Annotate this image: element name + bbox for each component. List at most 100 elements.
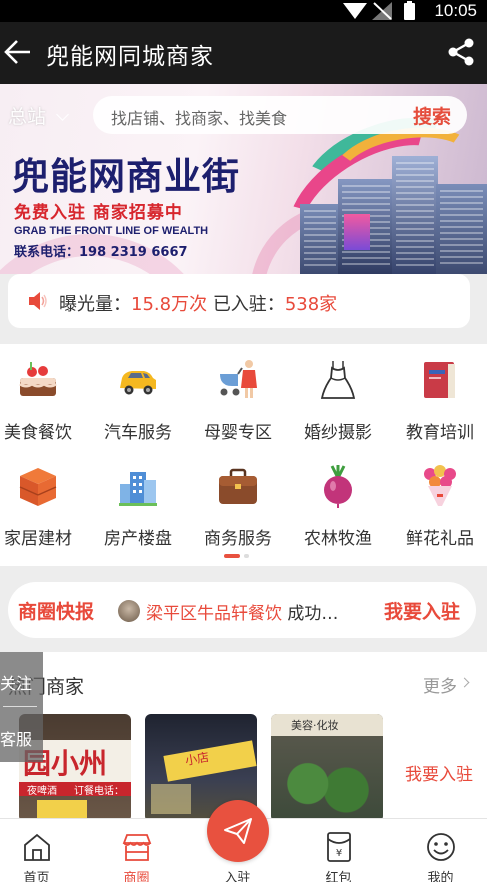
stats-card: 曝光量：15.8万次 已入驻：538家 (8, 274, 470, 328)
banner-building (300, 204, 340, 274)
search-button[interactable]: 搜索 (413, 102, 451, 129)
category-food[interactable]: 美食餐饮 (0, 344, 88, 444)
banner-english-slogan: GRAB THE FRONT LINE OF WEALTH (14, 225, 209, 237)
shop-plants (279, 758, 375, 822)
wifi-icon (343, 3, 367, 19)
join-fab-button[interactable] (207, 800, 269, 862)
category-label: 母婴专区 (204, 423, 272, 443)
share-icon[interactable] (445, 36, 477, 68)
category-label: 汽车服务 (104, 423, 172, 443)
category-wedding[interactable]: 婚纱摄影 (288, 344, 388, 444)
join-link[interactable]: 我要入驻 (405, 760, 473, 785)
category-label: 美食餐饮 (4, 423, 72, 443)
hot-merchants-section: 热门商家 更多 园小州 夜啤酒 订餐电话： 小店 美容·化妆 我要入驻 (0, 652, 487, 822)
category-business[interactable]: 商务服务 (188, 450, 288, 550)
category-home[interactable]: 家居建材 (0, 450, 88, 550)
cake-icon (19, 362, 57, 396)
search-placeholder: 找店铺、找商家、找美食 (111, 109, 288, 128)
exposure-label: 曝光量： (59, 294, 131, 315)
tab-label: 首页 (23, 871, 50, 882)
tab-business-circle[interactable]: 商圈 (88, 819, 185, 882)
follow-button[interactable]: 关注 (0, 670, 43, 694)
category-label: 鲜花礼品 (406, 529, 474, 549)
building-icon (119, 472, 157, 506)
stroller-icon (220, 360, 257, 398)
category-maternity[interactable]: 母婴专区 (188, 344, 288, 444)
news-text: 梁平区牛品轩餐饮 成功… (146, 599, 364, 624)
page-dot (244, 554, 249, 558)
briefcase-icon (219, 468, 257, 504)
nav-bar: 兜能网同城商家 (0, 22, 487, 84)
merchant-card[interactable]: 美容·化妆 (271, 714, 383, 822)
cabinet-icon (19, 468, 57, 506)
search-input[interactable]: 找店铺、找商家、找美食 搜索 (93, 96, 467, 134)
bouquet-icon (424, 465, 456, 506)
page-indicator (224, 554, 254, 559)
tab-red-envelope[interactable]: ¥ 红包 (290, 819, 387, 882)
category-label: 商务服务 (204, 529, 272, 549)
chevron-right-icon[interactable] (459, 677, 470, 688)
shop-sub-text: 订餐电话： (74, 786, 124, 797)
category-education[interactable]: 教育培训 (390, 344, 487, 444)
store-icon (122, 834, 152, 861)
signal-icon (372, 2, 392, 20)
shop-light (151, 784, 191, 814)
banner-building (436, 184, 487, 274)
back-arrow-icon[interactable] (2, 36, 34, 68)
tab-mine[interactable]: 我的 (392, 819, 487, 882)
banner-title: 兜能网商业街 (12, 146, 240, 200)
book-icon (424, 362, 455, 398)
tab-label: 红包 (325, 871, 352, 882)
news-ticker[interactable]: 商圈快报 梁平区牛品轩餐饮 成功… 我要入驻 (8, 582, 476, 638)
category-label: 农林牧渔 (304, 529, 372, 549)
more-link[interactable]: 更多 (423, 672, 457, 697)
page-dot-active (224, 554, 240, 558)
tab-label: 我的 (427, 871, 454, 882)
shop-sub-text: 夜啤酒 (27, 786, 57, 797)
status-bar: 10:05 (0, 0, 487, 22)
side-float-panel: 关注 客服 (0, 652, 43, 762)
category-grid: 美食餐饮 汽车服务 母婴专区 婚纱摄影 教育培训 家居建材 房产楼盘 商务服务 … (0, 344, 487, 566)
banner-title-brand: 兜能网 (12, 155, 126, 198)
shop-sign (163, 740, 257, 782)
promo-banner[interactable]: 总站 找店铺、找商家、找美食 搜索 兜能网商业街 免费入驻 商家招募中 GRAB… (0, 84, 487, 274)
radish-icon (324, 465, 352, 508)
search-row: 总站 找店铺、找商家、找美食 搜索 (0, 94, 487, 134)
banner-subtitle: 免费入驻 商家招募中 (14, 203, 183, 223)
banner-title-accent: 商业街 (126, 155, 240, 198)
svg-text:¥: ¥ (336, 848, 342, 859)
category-label: 婚纱摄影 (304, 423, 372, 443)
smile-icon (427, 833, 455, 861)
red-envelope-icon: ¥ (327, 832, 351, 862)
home-icon (24, 833, 50, 861)
tab-home[interactable]: 首页 (0, 819, 85, 882)
tab-label: 入驻 (224, 871, 251, 882)
category-agriculture[interactable]: 农林牧渔 (288, 450, 388, 550)
status-time: 10:05 (434, 1, 477, 20)
joined-value: 538家 (284, 294, 338, 315)
news-label: 商圈快报 (18, 601, 95, 623)
tab-label: 商圈 (123, 871, 150, 882)
category-auto[interactable]: 汽车服务 (88, 344, 188, 444)
car-icon (120, 371, 156, 395)
shop-sign-text: 美容·化妆 (291, 719, 339, 732)
category-label: 房产楼盘 (104, 529, 172, 549)
news-message: 成功… (287, 604, 339, 624)
speaker-icon (29, 292, 47, 310)
customer-service-button[interactable]: 客服 (0, 726, 43, 750)
chevron-down-icon[interactable] (56, 108, 69, 121)
divider (3, 706, 37, 707)
banner-phone: 联系电话：198 2319 6667 (14, 245, 188, 260)
joined-label: 已入驻： (212, 294, 285, 315)
exposure-value: 15.8万次 (131, 294, 208, 315)
city-selector[interactable]: 总站 (8, 102, 46, 129)
category-realestate[interactable]: 房产楼盘 (88, 450, 188, 550)
shop-avatar (118, 600, 140, 622)
category-label: 家居建材 (4, 529, 72, 549)
wedding-dress-icon (320, 361, 356, 399)
banner-building (392, 156, 438, 274)
category-flowers[interactable]: 鲜花礼品 (390, 450, 487, 550)
join-button[interactable]: 我要入驻 (384, 597, 460, 624)
category-label: 教育培训 (406, 423, 474, 443)
stats-text: 曝光量：15.8万次 已入驻：538家 (59, 290, 337, 316)
